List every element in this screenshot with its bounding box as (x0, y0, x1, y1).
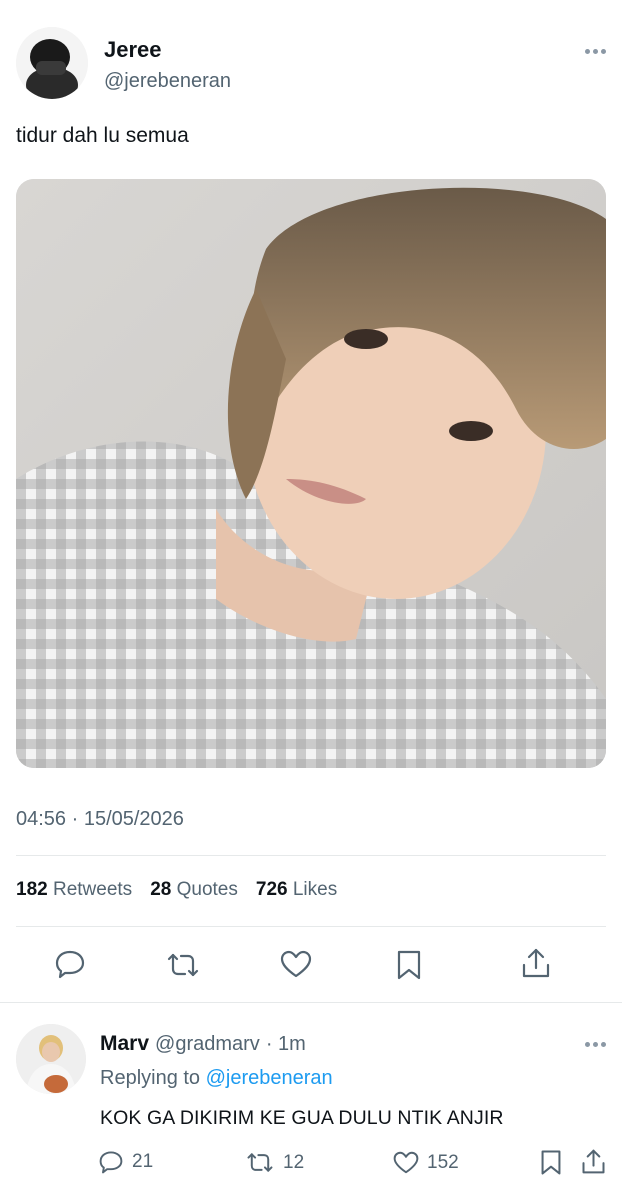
bookmark-icon[interactable] (540, 1149, 562, 1176)
divider (16, 855, 606, 856)
reply-like-count: 152 (427, 1151, 459, 1173)
section-divider (0, 1002, 622, 1003)
reply-icon[interactable] (54, 949, 86, 979)
reply-icon (99, 1151, 123, 1174)
reply-author-handle[interactable]: @gradmarv (155, 1033, 260, 1056)
share-icon[interactable] (581, 1148, 606, 1175)
likes-label: Likes (292, 879, 338, 900)
reply-more-options-icon[interactable] (585, 1040, 607, 1048)
reply-author-name[interactable]: Marv (100, 1032, 149, 1056)
tweet-timestamp[interactable]: 04:56 · 15/05/2026 (16, 808, 184, 831)
more-options-icon[interactable] (585, 47, 607, 55)
retweets-label: Retweets (52, 879, 133, 900)
quotes-count: 28 (150, 879, 172, 900)
divider (16, 926, 606, 927)
quotes-stat[interactable]: 28 Quotes (150, 879, 238, 901)
likes-count: 726 (255, 879, 288, 900)
author-handle[interactable]: @jerebeneran (104, 70, 231, 93)
reply-retweet-action[interactable]: 12 (245, 1151, 304, 1174)
replying-to-handle[interactable]: @jerebeneran (206, 1067, 333, 1089)
author-avatar[interactable] (16, 27, 88, 99)
replying-to-prefix: Replying to (100, 1067, 201, 1089)
stats-row: 182 Retweets 28 Quotes 726 Likes (16, 879, 337, 901)
tweet-photo[interactable] (16, 179, 606, 768)
retweets-count: 182 (16, 879, 48, 900)
reply-text: KOK GA DIKIRIM KE GUA DULU NTIK ANJIR (100, 1107, 504, 1129)
reply-like-action[interactable]: 152 (393, 1151, 459, 1174)
reply-header: Marv @gradmarv · 1m (100, 1032, 306, 1056)
retweets-stat[interactable]: 182 Retweets (16, 879, 132, 901)
likes-stat[interactable]: 726 Likes (256, 879, 337, 901)
reply-time[interactable]: · 1m (266, 1033, 306, 1056)
retweet-icon[interactable] (165, 951, 201, 979)
tweet-text: tidur dah lu semua (16, 124, 189, 147)
share-icon[interactable] (521, 947, 551, 979)
author-display-name[interactable]: Jeree (104, 37, 162, 63)
reply-retweet-count: 12 (283, 1151, 305, 1173)
bookmark-icon[interactable] (396, 949, 422, 981)
reply-author-avatar[interactable] (16, 1024, 86, 1094)
like-icon[interactable] (280, 950, 312, 978)
reply-reply-count: 21 (132, 1151, 154, 1172)
replying-to-line: Replying to @jerebeneran (100, 1067, 333, 1090)
reply-reply-action[interactable]: 21 (98, 1150, 153, 1174)
like-icon (393, 1151, 419, 1174)
retweet-icon (247, 1153, 273, 1172)
quotes-label: Quotes (176, 879, 238, 900)
